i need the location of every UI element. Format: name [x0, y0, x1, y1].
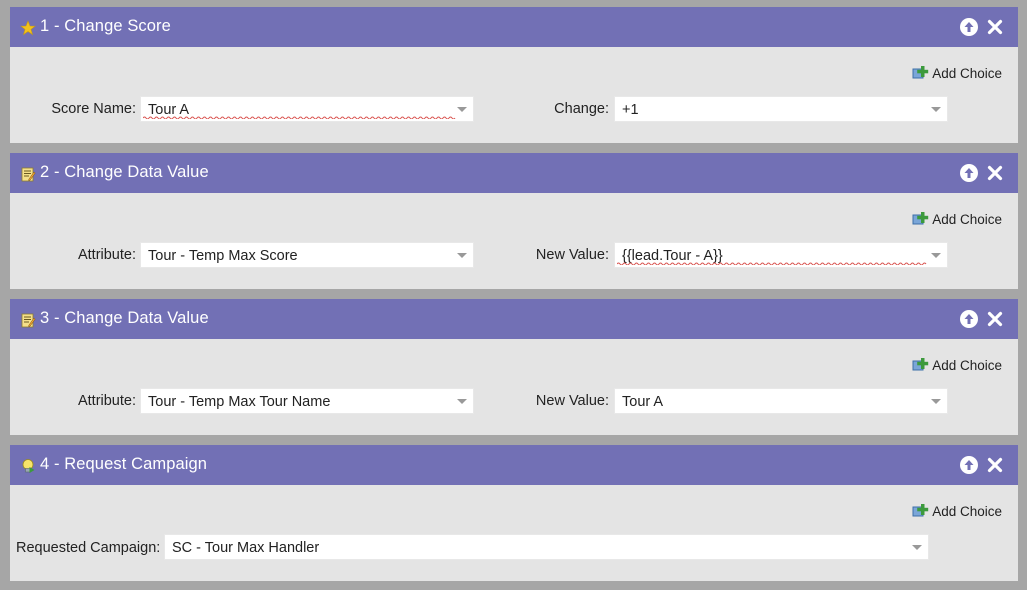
change-label: Change: — [554, 101, 609, 117]
add-choice-label: Add Choice — [932, 65, 1002, 81]
step-header[interactable]: 2 - Change Data Value — [10, 153, 1018, 193]
step-header[interactable]: 3 - Change Data Value — [10, 299, 1018, 339]
data-value-icon — [21, 167, 36, 182]
new-value-input[interactable]: {{lead.Tour - A}} — [614, 242, 948, 268]
spellcheck-underline — [617, 262, 927, 265]
arrow-up-icon — [964, 22, 974, 32]
move-up-button[interactable] — [960, 456, 978, 474]
remove-step-button[interactable] — [986, 18, 1004, 36]
attribute-value: Tour - Temp Max Score — [148, 248, 298, 264]
add-choice-icon — [912, 504, 929, 517]
add-choice-icon — [912, 358, 929, 371]
step-title: 3 - Change Data Value — [40, 309, 209, 327]
chevron-down-icon — [457, 107, 467, 112]
chevron-down-icon — [931, 253, 941, 258]
step-body: Add Choice Score Name: Tour A Change: +1 — [10, 47, 1018, 143]
new-value-select[interactable]: Tour A — [614, 388, 948, 414]
add-choice-label: Add Choice — [932, 503, 1002, 519]
close-icon — [987, 311, 1003, 327]
attribute-select[interactable]: Tour - Temp Max Score — [140, 242, 474, 268]
attribute-value: Tour - Temp Max Tour Name — [148, 394, 331, 410]
star-icon — [20, 20, 36, 36]
flow-step-request-campaign: 4 - Request Campaign Add Choice Requeste… — [10, 445, 1018, 581]
flow-step-change-score: 1 - Change Score Add Choice Score Name: … — [10, 7, 1018, 143]
spellcheck-underline — [143, 116, 456, 119]
chevron-down-icon — [457, 399, 467, 404]
remove-step-button[interactable] — [986, 310, 1004, 328]
score-name-select[interactable]: Tour A — [140, 96, 474, 122]
step-body: Add Choice Requested Campaign: SC - Tour… — [10, 485, 1018, 581]
change-value: +1 — [622, 102, 639, 118]
step-title: 4 - Request Campaign — [40, 455, 208, 473]
arrow-up-icon — [964, 460, 974, 470]
step-header[interactable]: 4 - Request Campaign — [10, 445, 1018, 485]
attribute-select[interactable]: Tour - Temp Max Tour Name — [140, 388, 474, 414]
add-choice-icon — [912, 212, 929, 225]
chevron-down-icon — [912, 545, 922, 550]
step-title: 1 - Change Score — [40, 17, 171, 35]
new-value-label: New Value: — [535, 393, 609, 409]
step-body: Add Choice Attribute: Tour - Temp Max Sc… — [10, 193, 1018, 289]
chevron-down-icon — [931, 107, 941, 112]
new-value-value: Tour A — [622, 394, 664, 410]
add-choice-button[interactable]: Add Choice — [912, 502, 1002, 520]
attribute-label: Attribute: — [77, 393, 136, 409]
add-choice-label: Add Choice — [932, 357, 1002, 373]
requested-campaign-value: SC - Tour Max Handler — [172, 540, 320, 556]
requested-campaign-label: Requested Campaign: — [16, 540, 161, 556]
chevron-down-icon — [457, 253, 467, 258]
add-choice-button[interactable]: Add Choice — [912, 64, 1002, 82]
arrow-up-icon — [964, 314, 974, 324]
flow-step-change-data-value-3: 3 - Change Data Value Add Choice Attribu… — [10, 299, 1018, 435]
move-up-button[interactable] — [960, 18, 978, 36]
add-choice-icon — [912, 66, 929, 79]
move-up-button[interactable] — [960, 310, 978, 328]
close-icon — [987, 457, 1003, 473]
score-name-label: Score Name: — [51, 101, 136, 117]
requested-campaign-select[interactable]: SC - Tour Max Handler — [164, 534, 929, 560]
new-value-label: New Value: — [535, 247, 609, 263]
move-up-button[interactable] — [960, 164, 978, 182]
change-select[interactable]: +1 — [614, 96, 948, 122]
step-title: 2 - Change Data Value — [40, 163, 209, 181]
chevron-down-icon — [931, 399, 941, 404]
close-icon — [987, 19, 1003, 35]
arrow-up-icon — [964, 168, 974, 178]
close-icon — [987, 165, 1003, 181]
lightbulb-icon — [22, 459, 35, 473]
remove-step-button[interactable] — [986, 164, 1004, 182]
step-header[interactable]: 1 - Change Score — [10, 7, 1018, 47]
add-choice-button[interactable]: Add Choice — [912, 210, 1002, 228]
remove-step-button[interactable] — [986, 456, 1004, 474]
add-choice-button[interactable]: Add Choice — [912, 356, 1002, 374]
attribute-label: Attribute: — [77, 247, 136, 263]
flow-step-change-data-value-2: 2 - Change Data Value Add Choice Attribu… — [10, 153, 1018, 289]
add-choice-label: Add Choice — [932, 211, 1002, 227]
step-body: Add Choice Attribute: Tour - Temp Max To… — [10, 339, 1018, 435]
data-value-icon — [21, 313, 36, 328]
